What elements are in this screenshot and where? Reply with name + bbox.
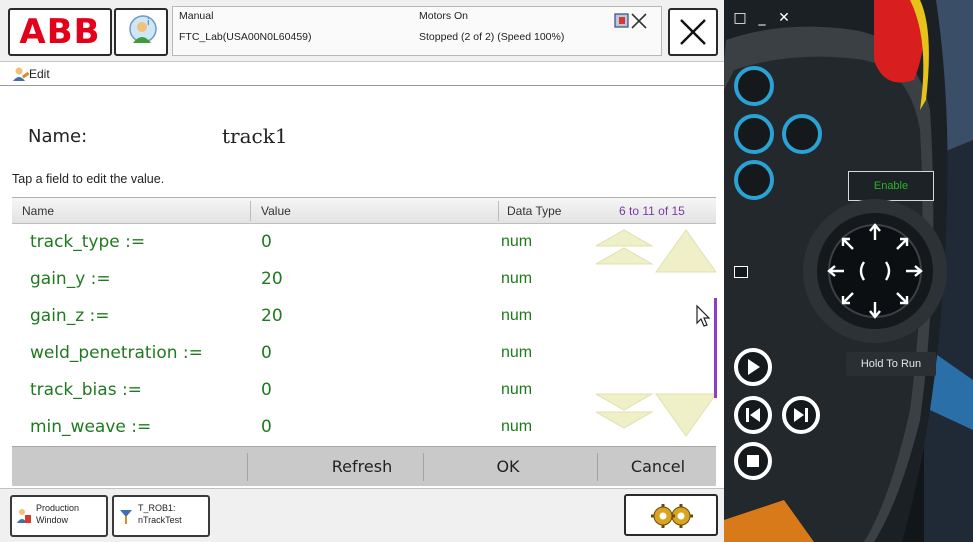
close-window-button[interactable]: ✕ [774,8,794,28]
scroll-controls [596,229,716,437]
step-forward-button[interactable] [782,396,820,434]
operating-mode: Manual [179,10,214,22]
cell-type: num [501,307,533,324]
hw-key-2[interactable] [734,114,774,154]
name-value: track1 [222,124,288,148]
edit-title-bar: Edit [0,62,724,86]
small-key-button[interactable] [734,266,748,278]
refresh-button[interactable]: Refresh [306,447,418,487]
cell-type: num [501,233,533,250]
cell-value[interactable]: 0 [261,417,272,437]
cell-value[interactable]: 20 [261,269,283,289]
program-state: Stopped (2 of 2) (Speed 100%) [419,31,565,43]
page-down-button[interactable] [596,393,654,429]
cell-type: num [501,344,533,361]
scrollbar-thumb[interactable] [714,298,717,398]
minimize-button[interactable]: _ [752,8,772,28]
user-icon: i [129,15,157,43]
ok-button[interactable]: OK [458,447,558,487]
command-divider [597,453,598,481]
cell-name: min_weave := [30,417,152,437]
quickset-icon [651,504,693,528]
operator-window-button[interactable]: i [114,8,168,56]
cell-value[interactable]: 20 [261,306,283,326]
cell-name: track_type := [30,232,146,252]
program-task-label: T_ROB1: nTrackTest [138,503,182,525]
cancel-button[interactable]: Cancel [600,447,716,487]
column-header-value: Value [261,204,291,218]
row-range-indicator: 6 to 11 of 15 [619,204,685,218]
cell-value[interactable]: 0 [261,343,272,363]
page-up-button[interactable] [596,229,654,265]
program-editor-task[interactable]: T_ROB1: nTrackTest [112,495,210,537]
cell-name: gain_z := [30,306,110,326]
command-divider [247,453,248,481]
scroll-up-button[interactable] [655,229,716,273]
close-icon [680,19,706,45]
instructions-text: Tap a field to edit the value. [12,172,165,186]
status-bar[interactable]: Manual FTC_Lab(USA00N0L60459) Motors On … [172,6,662,56]
taskbar: Production Window T_ROB1: nTrackTest [0,488,724,542]
hw-key-1[interactable] [734,66,774,106]
start-button[interactable] [734,348,772,386]
cell-type: num [501,381,533,398]
abb-logo: ABB [19,12,101,52]
step-backward-icon [746,408,760,422]
stop-button[interactable] [734,442,772,480]
stop-square-icon [747,455,759,467]
hold-to-run-button[interactable]: Hold To Run [846,352,936,376]
flexpendant-hardware: □ _ ✕ Enable Hold To Run [724,0,973,542]
edit-icon [13,67,30,81]
production-window-label: Production Window [36,503,80,525]
restore-button[interactable]: □ [730,8,750,28]
step-backward-button[interactable] [734,396,772,434]
column-divider [250,201,251,221]
edit-title: Edit [29,67,50,81]
command-divider [423,453,424,481]
play-icon [748,359,760,375]
data-table: Name Value Data Type 6 to 11 of 15 track… [12,197,716,446]
cell-name: gain_y := [30,269,111,289]
top-bar: ABB i Manual FTC_Lab(USA00N0L60459) Moto… [0,0,724,62]
hw-key-3[interactable] [782,114,822,154]
joystick-icon[interactable] [800,196,950,346]
controller-name: FTC_Lab(USA00N0L60459) [179,31,312,43]
cell-value[interactable]: 0 [261,232,272,252]
motors-state: Motors On [419,10,469,22]
stop-icon [614,13,647,29]
scroll-down-button[interactable] [655,393,716,437]
hw-key-4[interactable] [734,160,774,200]
command-bar: Refresh OK Cancel [12,446,716,486]
cell-type: num [501,270,533,287]
abb-menu-button[interactable]: ABB [8,8,112,56]
production-icon [17,509,31,523]
virtual-flexpendant: ABB i Manual FTC_Lab(USA00N0L60459) Moto… [0,0,973,542]
close-button[interactable] [668,8,718,56]
mouse-cursor-icon [696,304,711,327]
column-header-name: Name [22,204,55,218]
quickset-button[interactable] [624,494,718,536]
cell-name: track_bias := [30,380,142,400]
svg-text:i: i [147,18,150,28]
cell-type: num [501,418,533,435]
step-forward-icon [794,408,808,422]
production-window-task[interactable]: Production Window [10,495,108,537]
table-header: Name Value Data Type 6 to 11 of 15 [12,198,716,224]
window-controls: □ _ ✕ [730,8,796,28]
column-divider [498,201,499,221]
flexpendant-screen: ABB i Manual FTC_Lab(USA00N0L60459) Moto… [0,0,724,542]
column-header-type: Data Type [507,204,562,218]
program-icon [120,510,132,524]
name-label: Name: [28,126,88,147]
cell-name: weld_penetration := [30,343,203,363]
cell-value[interactable]: 0 [261,380,272,400]
